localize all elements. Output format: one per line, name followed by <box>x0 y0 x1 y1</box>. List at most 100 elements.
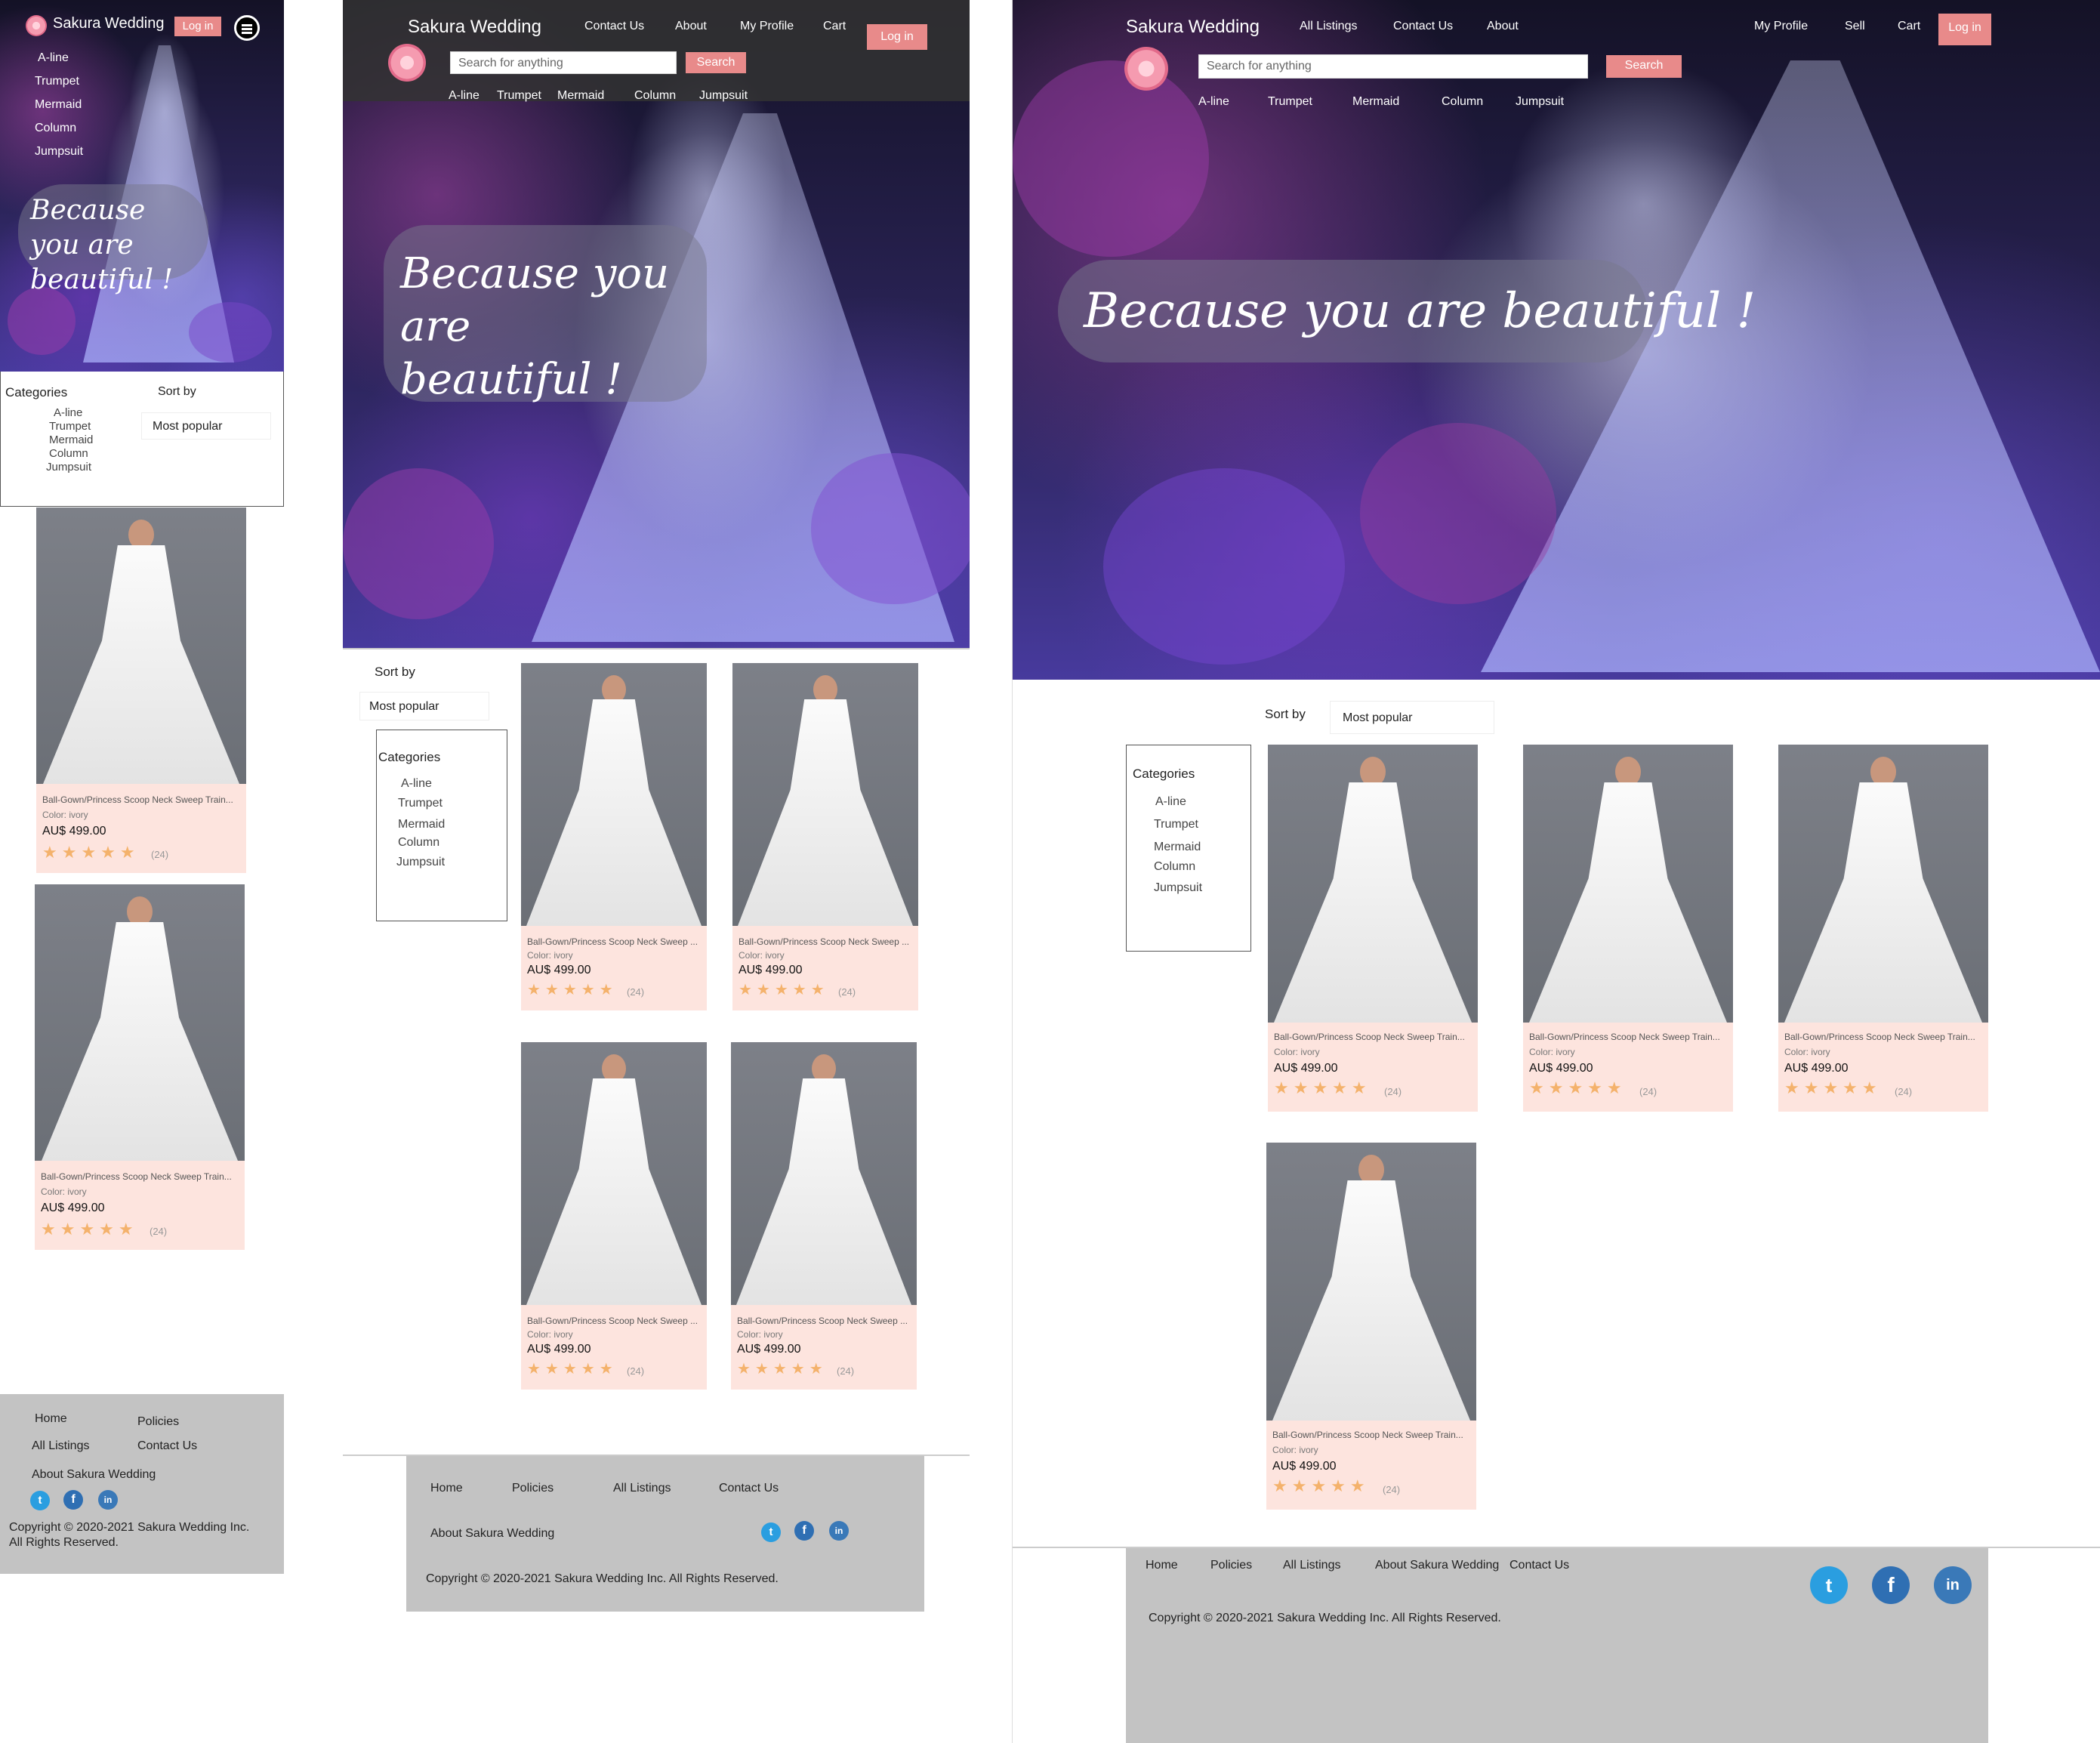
cat-column[interactable]: Column <box>49 447 88 460</box>
sort-select[interactable]: Most popular <box>359 692 489 720</box>
search-input[interactable]: Search for anything <box>450 51 677 74</box>
nav-cat-trumpet[interactable]: Trumpet <box>1268 95 1312 109</box>
menu-icon[interactable] <box>234 15 260 41</box>
nav-cat-trumpet[interactable]: Trumpet <box>497 89 541 103</box>
nav-cat-mermaid[interactable]: Mermaid <box>557 89 604 103</box>
product-image[interactable] <box>1266 1143 1476 1421</box>
product-title[interactable]: Ball-Gown/Princess Scoop Neck Sweep Trai… <box>42 794 240 805</box>
brand-name[interactable]: Sakura Wedding <box>408 17 541 38</box>
sort-select[interactable]: Most popular <box>1330 701 1494 734</box>
nav-cat-aline[interactable]: A-line <box>1198 95 1229 109</box>
product-card[interactable]: Ball-Gown/Princess Scoop Neck Sweep Trai… <box>1268 745 1478 1112</box>
product-card[interactable]: Ball-Gown/Princess Scoop Neck Sweep ... … <box>521 1042 707 1390</box>
nav-contact[interactable]: Contact Us <box>584 20 644 33</box>
product-card[interactable]: Ball-Gown/Princess Scoop Neck Sweep Trai… <box>1266 1143 1476 1510</box>
search-button[interactable]: Search <box>1606 55 1682 78</box>
linkedin-icon[interactable]: in <box>1934 1566 1972 1604</box>
product-title[interactable]: Ball-Gown/Princess Scoop Neck Sweep ... <box>737 1316 911 1326</box>
product-card[interactable]: Ball-Gown/Princess Scoop Neck Sweep ... … <box>521 663 707 1010</box>
footer-about[interactable]: About Sakura Wedding <box>32 1468 156 1482</box>
linkedin-icon[interactable]: in <box>829 1521 849 1541</box>
product-card[interactable]: Ball-Gown/Princess Scoop Neck Sweep Trai… <box>35 884 245 1250</box>
nav-all-listings[interactable]: All Listings <box>1300 20 1357 33</box>
footer-home[interactable]: Home <box>35 1412 67 1426</box>
facebook-icon[interactable]: f <box>794 1521 814 1541</box>
nav-cat-jumpsuit[interactable]: Jumpsuit <box>699 89 748 103</box>
nav-profile[interactable]: My Profile <box>1754 20 1808 33</box>
nav-cat-column[interactable]: Column <box>1442 95 1483 109</box>
product-title[interactable]: Ball-Gown/Princess Scoop Neck Sweep Trai… <box>41 1171 239 1182</box>
cat-mermaid[interactable]: Mermaid <box>49 433 93 446</box>
facebook-icon[interactable]: f <box>63 1490 83 1510</box>
cat-trumpet[interactable]: Trumpet <box>49 420 91 433</box>
footer-about[interactable]: About Sakura Wedding <box>1375 1559 1499 1572</box>
cat-jumpsuit[interactable]: Jumpsuit <box>46 461 91 474</box>
nav-cat-mermaid[interactable]: Mermaid <box>1352 95 1399 109</box>
nav-cat-aline[interactable]: A-line <box>449 89 480 103</box>
product-image[interactable] <box>36 507 246 784</box>
product-image[interactable] <box>1523 745 1733 1023</box>
product-image[interactable] <box>732 663 918 926</box>
product-image[interactable] <box>731 1042 917 1305</box>
footer-all-listings[interactable]: All Listings <box>32 1439 89 1453</box>
product-title[interactable]: Ball-Gown/Princess Scoop Neck Sweep Trai… <box>1784 1032 1982 1042</box>
footer-all-listings[interactable]: All Listings <box>613 1482 671 1495</box>
cat-trumpet[interactable]: Trumpet <box>1154 818 1198 831</box>
nav-about[interactable]: About <box>1487 20 1519 33</box>
login-button[interactable]: Log in <box>174 17 221 36</box>
mobile-cat-jumpsuit[interactable]: Jumpsuit <box>35 145 83 159</box>
brand-name[interactable]: Sakura Wedding <box>53 15 165 32</box>
nav-sell[interactable]: Sell <box>1845 20 1865 33</box>
product-card[interactable]: Ball-Gown/Princess Scoop Neck Sweep ... … <box>732 663 918 1010</box>
nav-cart[interactable]: Cart <box>823 20 846 33</box>
nav-about[interactable]: About <box>675 20 707 33</box>
nav-cat-jumpsuit[interactable]: Jumpsuit <box>1516 95 1564 109</box>
twitter-icon[interactable]: t <box>761 1522 781 1542</box>
cat-mermaid[interactable]: Mermaid <box>398 818 445 831</box>
twitter-icon[interactable]: t <box>30 1491 50 1510</box>
product-title[interactable]: Ball-Gown/Princess Scoop Neck Sweep Trai… <box>1529 1032 1727 1042</box>
footer-policies[interactable]: Policies <box>1210 1559 1252 1572</box>
nav-cart[interactable]: Cart <box>1898 20 1920 33</box>
product-title[interactable]: Ball-Gown/Princess Scoop Neck Sweep ... <box>739 936 912 947</box>
product-card[interactable]: Ball-Gown/Princess Scoop Neck Sweep Trai… <box>1523 745 1733 1112</box>
product-image[interactable] <box>521 1042 707 1305</box>
facebook-icon[interactable]: f <box>1872 1566 1910 1604</box>
login-button[interactable]: Log in <box>1938 14 1991 45</box>
footer-contact[interactable]: Contact Us <box>719 1482 779 1495</box>
product-card[interactable]: Ball-Gown/Princess Scoop Neck Sweep Trai… <box>36 507 246 873</box>
footer-contact[interactable]: Contact Us <box>1509 1559 1569 1572</box>
mobile-cat-aline[interactable]: A-line <box>38 51 69 65</box>
cat-aline[interactable]: A-line <box>401 777 432 791</box>
mobile-cat-column[interactable]: Column <box>35 122 76 135</box>
product-image[interactable] <box>35 884 245 1161</box>
twitter-icon[interactable]: t <box>1810 1566 1848 1604</box>
cat-jumpsuit[interactable]: Jumpsuit <box>1154 881 1202 895</box>
cat-aline[interactable]: A-line <box>1155 795 1186 809</box>
search-button[interactable]: Search <box>686 52 746 73</box>
footer-about[interactable]: About Sakura Wedding <box>430 1527 554 1541</box>
nav-profile[interactable]: My Profile <box>740 20 794 33</box>
nav-contact[interactable]: Contact Us <box>1393 20 1453 33</box>
footer-contact[interactable]: Contact Us <box>137 1439 197 1453</box>
brand-name[interactable]: Sakura Wedding <box>1126 17 1260 38</box>
footer-home[interactable]: Home <box>1146 1559 1178 1572</box>
cat-aline[interactable]: A-line <box>54 406 82 419</box>
nav-cat-column[interactable]: Column <box>634 89 676 103</box>
product-title[interactable]: Ball-Gown/Princess Scoop Neck Sweep ... <box>527 936 701 947</box>
cat-jumpsuit[interactable]: Jumpsuit <box>396 856 445 869</box>
login-button[interactable]: Log in <box>867 24 927 50</box>
cat-mermaid[interactable]: Mermaid <box>1154 841 1201 854</box>
cat-column[interactable]: Column <box>1154 860 1195 874</box>
mobile-cat-trumpet[interactable]: Trumpet <box>35 75 79 88</box>
footer-policies[interactable]: Policies <box>137 1415 179 1429</box>
mobile-cat-mermaid[interactable]: Mermaid <box>35 98 82 112</box>
product-title[interactable]: Ball-Gown/Princess Scoop Neck Sweep ... <box>527 1316 701 1326</box>
product-image[interactable] <box>1268 745 1478 1023</box>
footer-all-listings[interactable]: All Listings <box>1283 1559 1340 1572</box>
cat-column[interactable]: Column <box>398 836 439 850</box>
product-title[interactable]: Ball-Gown/Princess Scoop Neck Sweep Trai… <box>1274 1032 1472 1042</box>
footer-home[interactable]: Home <box>430 1482 463 1495</box>
product-image[interactable] <box>521 663 707 926</box>
product-image[interactable] <box>1778 745 1988 1023</box>
